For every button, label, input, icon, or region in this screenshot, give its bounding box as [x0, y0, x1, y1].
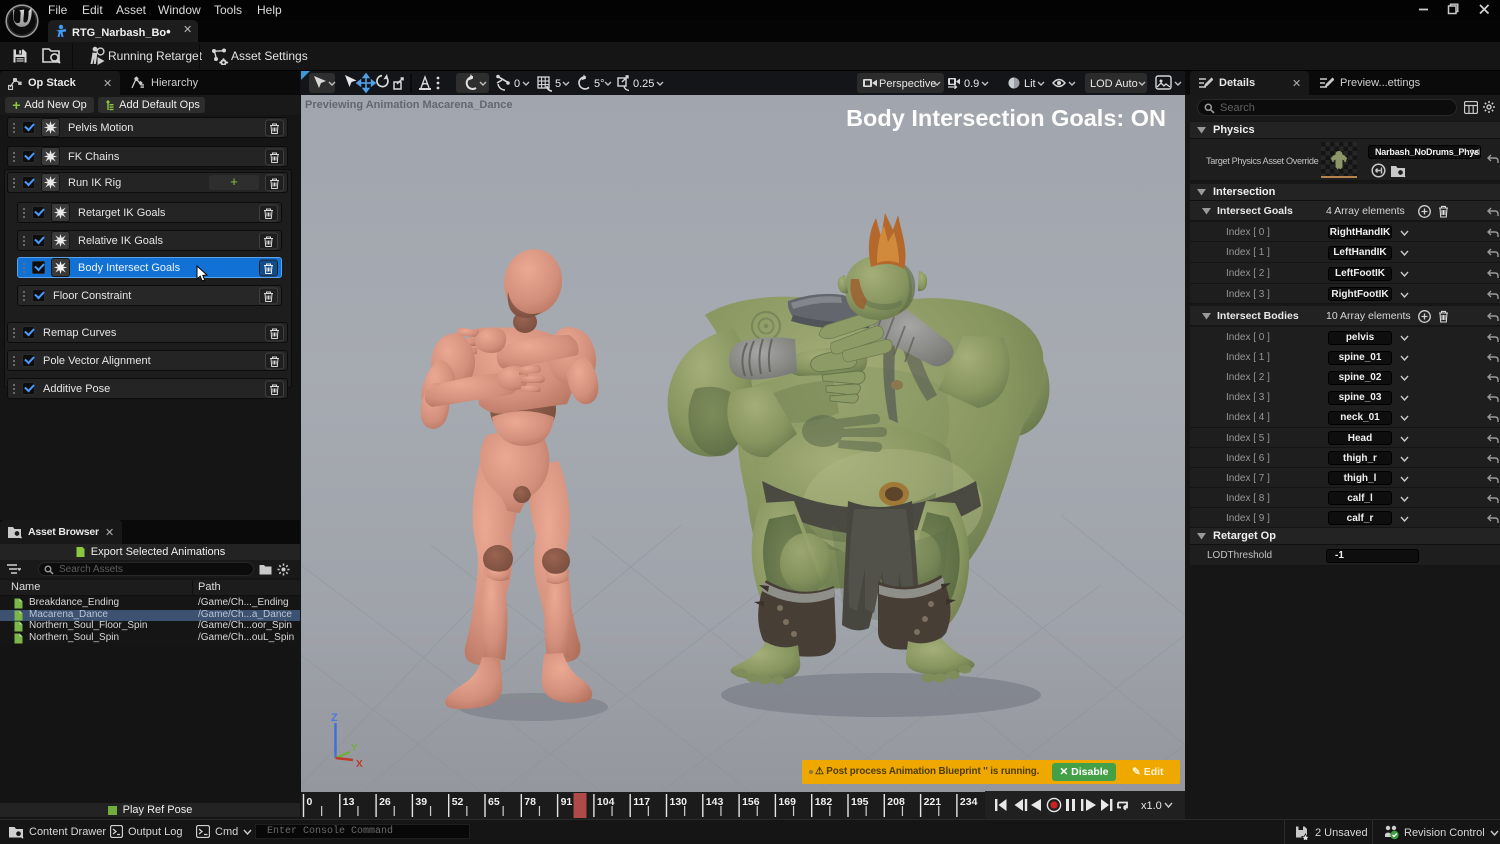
svg-text:Z: Z [331, 712, 338, 724]
svg-text:91: 91 [561, 796, 573, 808]
svg-text:LOD Auto: LOD Auto [1090, 78, 1138, 90]
svg-text:52: 52 [452, 796, 464, 808]
svg-text:65: 65 [488, 796, 500, 808]
svg-text:0.25: 0.25 [633, 78, 654, 90]
svg-text:0: 0 [514, 78, 520, 90]
svg-text:x1.0: x1.0 [1141, 800, 1162, 812]
svg-text:Previewing Animation Macarena_: Previewing Animation Macarena_Dance [305, 99, 512, 111]
svg-text:13: 13 [343, 796, 355, 808]
svg-text:5: 5 [555, 78, 561, 90]
svg-text:Body Intersection Goals: ON: Body Intersection Goals: ON [846, 105, 1166, 131]
svg-text:X: X [356, 759, 363, 770]
svg-text:26: 26 [379, 796, 391, 808]
svg-text:234: 234 [960, 796, 978, 808]
svg-text:Perspective: Perspective [879, 78, 936, 90]
svg-text:Lit: Lit [1024, 78, 1036, 90]
svg-text:78: 78 [524, 796, 536, 808]
svg-text:5°: 5° [594, 78, 605, 90]
svg-text:117: 117 [633, 796, 650, 808]
svg-text:0: 0 [307, 796, 313, 808]
svg-text:Y: Y [351, 743, 358, 754]
svg-text:0.9: 0.9 [964, 78, 979, 90]
svg-text:39: 39 [415, 796, 427, 808]
